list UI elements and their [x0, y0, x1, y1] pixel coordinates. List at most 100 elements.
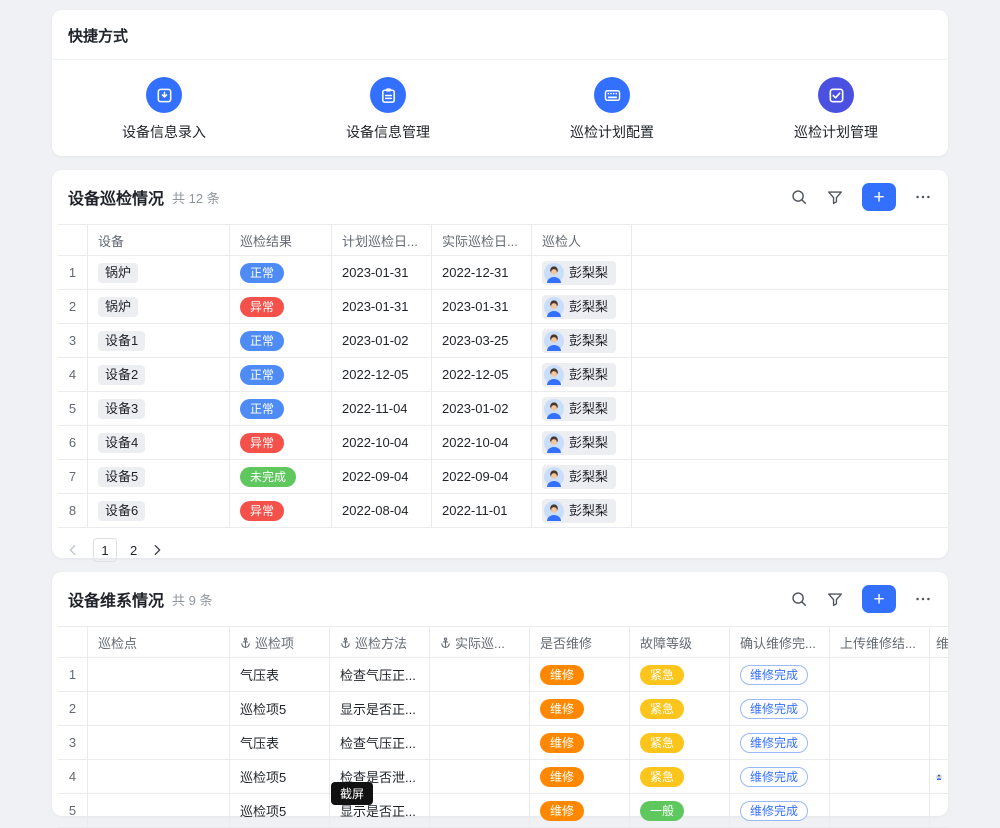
confirm-cell[interactable]: 维修完成 — [730, 794, 830, 827]
actual-date-cell[interactable]: 2023-01-02 — [432, 392, 532, 425]
repair-cell[interactable]: 维修 — [530, 658, 630, 691]
level-cell[interactable]: 一般 — [630, 794, 730, 827]
table-row[interactable]: 1 锅炉 正常 2023-01-31 2022-12-31 彭梨梨 — [58, 256, 948, 290]
filter-icon[interactable] — [826, 590, 844, 608]
actual-date-cell[interactable]: 2022-10-04 — [432, 426, 532, 459]
actual-date-cell[interactable]: 2023-01-31 — [432, 290, 532, 323]
table-row[interactable]: 4 巡检项5 检查是否泄... 维修 紧急 维修完成 — [58, 760, 948, 794]
actual-date-cell[interactable]: 2023-03-25 — [432, 324, 532, 357]
result-cell[interactable]: 异常 — [230, 290, 332, 323]
point-cell[interactable] — [88, 692, 230, 725]
device-cell[interactable]: 设备3 — [88, 392, 230, 425]
upload-cell[interactable] — [830, 726, 930, 759]
confirm-cell[interactable]: 维修完成 — [730, 760, 830, 793]
planned-date-cell[interactable]: 2022-11-04 — [332, 392, 432, 425]
column-header-actual[interactable]: 实际巡... — [430, 627, 530, 657]
planned-date-cell[interactable]: 2022-08-04 — [332, 494, 432, 527]
method-cell[interactable]: 显示是否正... — [330, 692, 430, 725]
item-cell[interactable]: 气压表 — [230, 726, 330, 759]
item-cell[interactable]: 气压表 — [230, 658, 330, 691]
truncated-cell[interactable] — [930, 658, 948, 691]
level-cell[interactable]: 紧急 — [630, 692, 730, 725]
device-cell[interactable]: 设备1 — [88, 324, 230, 357]
table-row[interactable]: 3 设备1 正常 2023-01-02 2023-03-25 彭梨梨 — [58, 324, 948, 358]
confirm-cell[interactable]: 维修完成 — [730, 692, 830, 725]
result-cell[interactable]: 正常 — [230, 256, 332, 289]
filter-icon[interactable] — [826, 188, 844, 206]
table-row[interactable]: 2 锅炉 异常 2023-01-31 2023-01-31 彭梨梨 — [58, 290, 948, 324]
device-cell[interactable]: 设备6 — [88, 494, 230, 527]
device-cell[interactable]: 锅炉 — [88, 256, 230, 289]
column-header-truncated[interactable]: 维... — [930, 627, 948, 657]
table-row[interactable]: 4 设备2 正常 2022-12-05 2022-12-05 彭梨梨 — [58, 358, 948, 392]
table-row[interactable]: 2 巡检项5 显示是否正... 维修 紧急 维修完成 — [58, 692, 948, 726]
actual-cell[interactable] — [430, 658, 530, 691]
inspector-cell[interactable]: 彭梨梨 — [532, 494, 632, 527]
result-cell[interactable]: 异常 — [230, 426, 332, 459]
table-row[interactable]: 8 设备6 异常 2022-08-04 2022-11-01 彭梨梨 — [58, 494, 948, 528]
repair-cell[interactable]: 维修 — [530, 760, 630, 793]
actual-cell[interactable] — [430, 794, 530, 827]
confirm-cell[interactable]: 维修完成 — [730, 658, 830, 691]
table-row[interactable]: 6 设备4 异常 2022-10-04 2022-10-04 彭梨梨 — [58, 426, 948, 460]
actual-cell[interactable] — [430, 760, 530, 793]
level-cell[interactable]: 紧急 — [630, 760, 730, 793]
column-header-actual-date[interactable]: 实际巡检日... — [432, 225, 532, 255]
actual-date-cell[interactable]: 2022-09-04 — [432, 460, 532, 493]
inspector-cell[interactable]: 彭梨梨 — [532, 290, 632, 323]
column-header-result[interactable]: 巡检结果 — [230, 225, 332, 255]
shortcut-device-entry[interactable]: 设备信息录入 — [52, 77, 276, 142]
planned-date-cell[interactable]: 2023-01-31 — [332, 290, 432, 323]
upload-cell[interactable] — [830, 794, 930, 827]
truncated-cell[interactable] — [930, 692, 948, 725]
shortcut-plan-manage[interactable]: 巡检计划管理 — [724, 77, 948, 142]
inspector-cell[interactable]: 彭梨梨 — [532, 392, 632, 425]
planned-date-cell[interactable]: 2023-01-02 — [332, 324, 432, 357]
repair-cell[interactable]: 维修 — [530, 692, 630, 725]
truncated-cell[interactable] — [930, 726, 948, 759]
table-row[interactable]: 5 巡检项5 显示是否正... 维修 一般 维修完成 — [58, 794, 948, 828]
upload-cell[interactable] — [830, 760, 930, 793]
result-cell[interactable]: 未完成 — [230, 460, 332, 493]
result-cell[interactable]: 异常 — [230, 494, 332, 527]
more-icon[interactable] — [914, 188, 932, 206]
page-2-button[interactable]: 2 — [130, 543, 137, 558]
table-row[interactable]: 3 气压表 检查气压正... 维修 紧急 维修完成 — [58, 726, 948, 760]
more-icon[interactable] — [914, 590, 932, 608]
planned-date-cell[interactable]: 2022-09-04 — [332, 460, 432, 493]
device-cell[interactable]: 设备4 — [88, 426, 230, 459]
page-1-button[interactable]: 1 — [93, 538, 117, 562]
table-row[interactable]: 1 气压表 检查气压正... 维修 紧急 维修完成 — [58, 658, 948, 692]
method-cell[interactable]: 检查气压正... — [330, 726, 430, 759]
search-icon[interactable] — [790, 590, 808, 608]
inspector-cell[interactable]: 彭梨梨 — [532, 426, 632, 459]
upload-cell[interactable] — [830, 658, 930, 691]
inspector-cell[interactable]: 彭梨梨 — [532, 324, 632, 357]
result-cell[interactable]: 正常 — [230, 358, 332, 391]
add-record-button[interactable]: + — [862, 585, 896, 613]
column-header-upload[interactable]: 上传维修结... — [830, 627, 930, 657]
method-cell[interactable]: 检查气压正... — [330, 658, 430, 691]
search-icon[interactable] — [790, 188, 808, 206]
item-cell[interactable]: 巡检项5 — [230, 692, 330, 725]
planned-date-cell[interactable]: 2022-12-05 — [332, 358, 432, 391]
add-record-button[interactable]: + — [862, 183, 896, 211]
inspector-cell[interactable]: 彭梨梨 — [532, 256, 632, 289]
upload-cell[interactable] — [830, 692, 930, 725]
inspector-cell[interactable]: 彭梨梨 — [532, 358, 632, 391]
actual-date-cell[interactable]: 2022-11-01 — [432, 494, 532, 527]
point-cell[interactable] — [88, 794, 230, 827]
level-cell[interactable]: 紧急 — [630, 658, 730, 691]
truncated-cell[interactable] — [930, 794, 948, 827]
prev-page-icon[interactable] — [66, 543, 80, 557]
result-cell[interactable]: 正常 — [230, 392, 332, 425]
item-cell[interactable]: 巡检项5 — [230, 760, 330, 793]
table-row[interactable]: 7 设备5 未完成 2022-09-04 2022-09-04 彭梨梨 — [58, 460, 948, 494]
inspector-cell[interactable]: 彭梨梨 — [532, 460, 632, 493]
planned-date-cell[interactable]: 2023-01-31 — [332, 256, 432, 289]
confirm-cell[interactable]: 维修完成 — [730, 726, 830, 759]
actual-cell[interactable] — [430, 726, 530, 759]
next-page-icon[interactable] — [150, 543, 164, 557]
repair-cell[interactable]: 维修 — [530, 794, 630, 827]
point-cell[interactable] — [88, 726, 230, 759]
